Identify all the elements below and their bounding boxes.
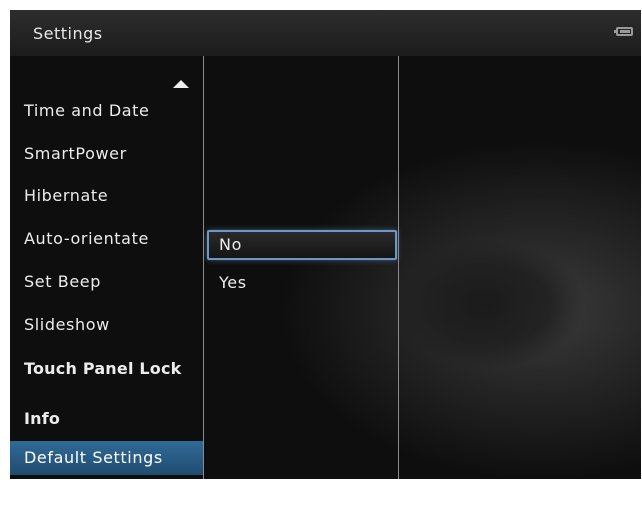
page-title: Settings [33,24,103,43]
menu-item-time-and-date[interactable]: Time and Date [10,94,203,128]
menu-item-touch-panel-lock[interactable]: Touch Panel Lock [10,352,203,386]
option-yes[interactable]: Yes [207,268,397,298]
menu-item-hibernate[interactable]: Hibernate [10,179,203,213]
battery-icon [614,27,633,36]
title-bar: Settings [10,10,641,56]
settings-menu: Time and Date SmartPower Hibernate Auto-… [10,56,203,479]
menu-item-info[interactable]: Info [10,402,203,436]
background-wallpaper [395,240,585,370]
option-no[interactable]: No [207,230,397,260]
settings-screen: Settings Time and Date SmartPower Hibern… [10,10,641,479]
triangle-up-icon[interactable] [173,80,189,88]
menu-item-slideshow[interactable]: Slideshow [10,308,203,342]
menu-item-default-settings[interactable]: Default Settings [10,441,203,475]
column-divider [203,56,204,479]
column-divider [398,56,399,479]
menu-item-set-beep[interactable]: Set Beep [10,265,203,299]
menu-item-smartpower[interactable]: SmartPower [10,137,203,171]
menu-item-auto-orientate[interactable]: Auto-orientate [10,222,203,256]
